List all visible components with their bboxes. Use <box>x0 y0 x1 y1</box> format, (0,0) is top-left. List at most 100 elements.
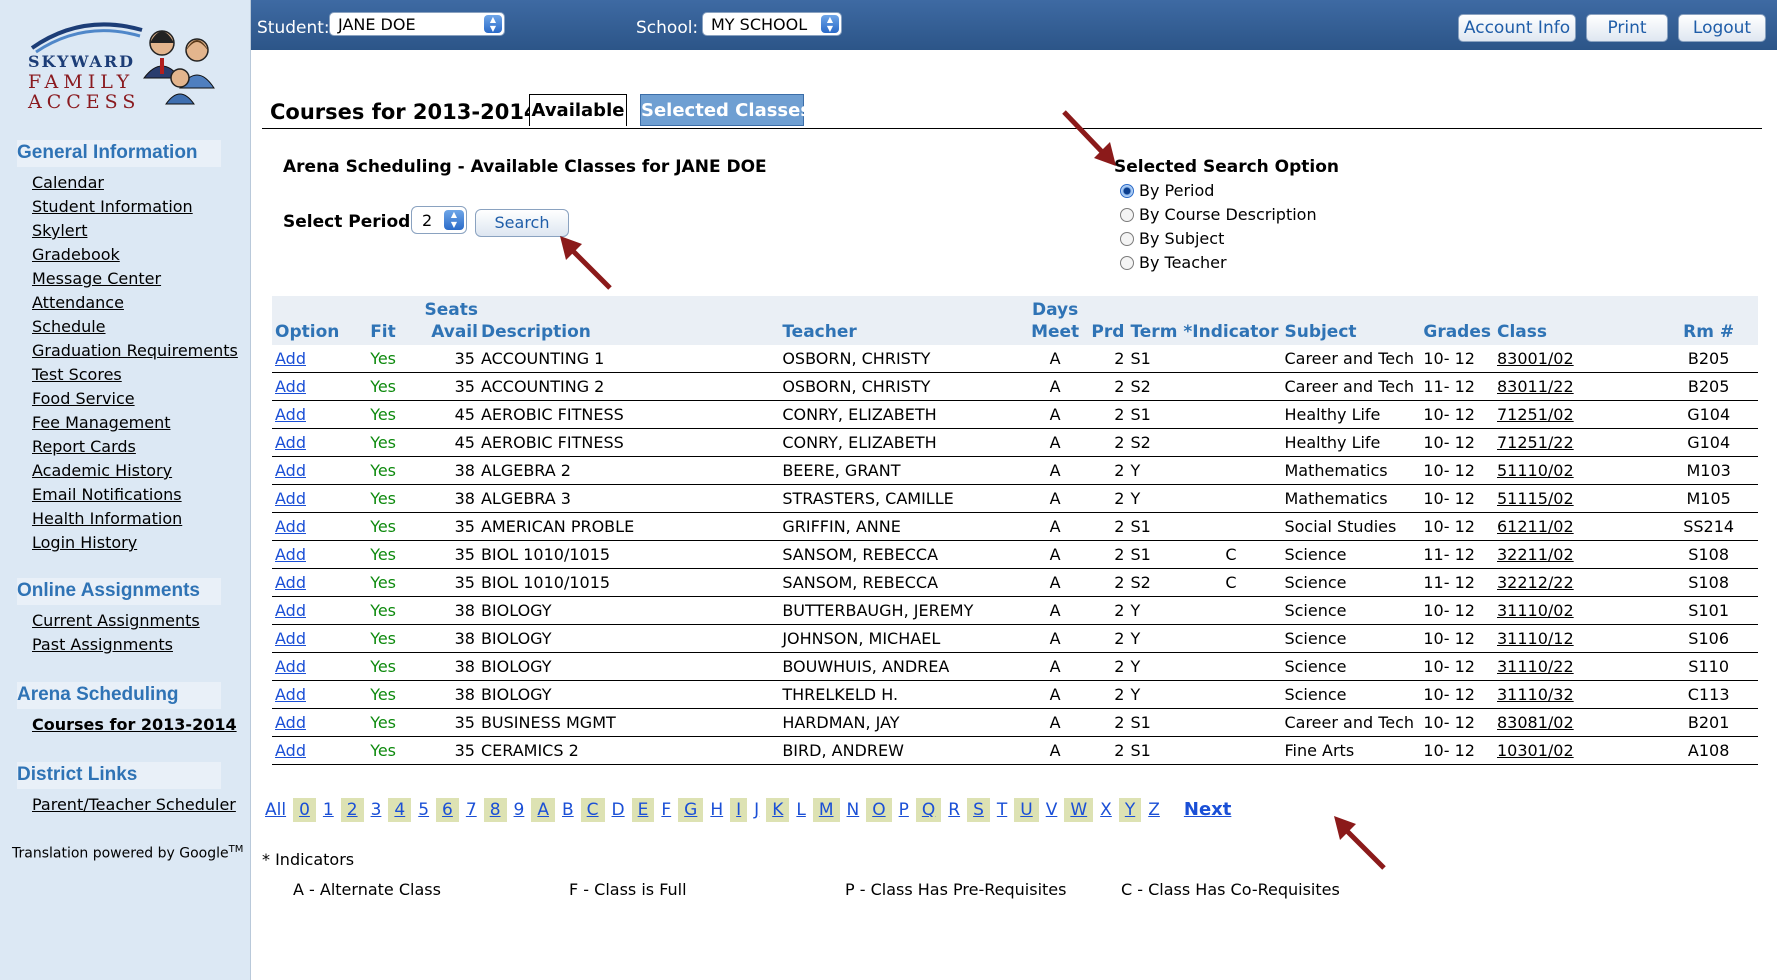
pager-link[interactable]: 0 <box>293 798 316 822</box>
nav-item-schedule[interactable]: Schedule <box>32 315 238 339</box>
tab-available[interactable]: Available <box>529 94 627 126</box>
col-subject[interactable]: Subject <box>1281 296 1421 345</box>
pager-link[interactable]: F <box>658 798 674 822</box>
pager-link[interactable]: U <box>1014 798 1039 822</box>
period-select[interactable]: 2 ▲ ▼ <box>411 206 467 234</box>
col-room[interactable]: Rm # <box>1659 296 1758 345</box>
pager-link[interactable]: C <box>580 798 605 822</box>
pager-link[interactable]: 8 <box>483 798 507 822</box>
col-teacher[interactable]: Teacher <box>779 296 1023 345</box>
pager-link[interactable]: R <box>945 798 963 822</box>
skyward-logo[interactable]: SKYWARD FAMILY ACCESS <box>12 8 237 116</box>
add-link[interactable]: Add <box>275 433 306 452</box>
pager-link[interactable]: E <box>631 798 655 822</box>
col-seats-avail[interactable]: Seats Avail <box>421 296 478 345</box>
pager-link[interactable]: Q <box>915 798 942 822</box>
nav-item-attendance[interactable]: Attendance <box>32 291 238 315</box>
nav-item-academic-history[interactable]: Academic History <box>32 459 238 483</box>
pager-link[interactable]: Y <box>1118 798 1142 822</box>
pager-link[interactable]: M <box>812 798 840 822</box>
pager-link[interactable]: 6 <box>436 798 459 822</box>
radio-by-period[interactable]: By Period <box>1120 181 1214 200</box>
class-link[interactable]: 31110/32 <box>1497 685 1574 704</box>
pager-link[interactable]: H <box>707 798 726 822</box>
add-link[interactable]: Add <box>275 377 306 396</box>
pager-link[interactable]: A <box>531 798 555 822</box>
school-select[interactable]: MY SCHOOL ▲ ▼ <box>702 12 842 36</box>
nav-item-food-service[interactable]: Food Service <box>32 387 238 411</box>
radio-icon[interactable] <box>1120 231 1134 246</box>
pager-link[interactable]: 3 <box>368 798 385 822</box>
nav-item-fee-management[interactable]: Fee Management <box>32 411 238 435</box>
nav-item-student-information[interactable]: Student Information <box>32 195 238 219</box>
class-link[interactable]: 61211/02 <box>1497 517 1574 536</box>
pager-link[interactable]: X <box>1097 798 1115 822</box>
col-class[interactable]: Class <box>1494 296 1660 345</box>
radio-icon[interactable] <box>1120 207 1134 222</box>
class-link[interactable]: 31110/12 <box>1497 629 1574 648</box>
class-link[interactable]: 51110/02 <box>1497 461 1574 480</box>
col-indicator[interactable]: *Indicator <box>1180 296 1282 345</box>
pager-link[interactable]: I <box>730 798 748 822</box>
add-link[interactable]: Add <box>275 489 306 508</box>
pager-link[interactable]: 5 <box>415 798 432 822</box>
add-link[interactable]: Add <box>275 461 306 480</box>
search-button[interactable]: Search <box>475 209 569 237</box>
class-link[interactable]: 31110/22 <box>1497 657 1574 676</box>
account-info-button[interactable]: Account Info <box>1458 14 1576 42</box>
pager-link[interactable]: S <box>967 798 990 822</box>
class-link[interactable]: 71251/22 <box>1497 433 1574 452</box>
pager-link[interactable]: 1 <box>320 798 337 822</box>
pager-link[interactable]: 4 <box>388 798 412 822</box>
nav-item-past-assignments[interactable]: Past Assignments <box>32 633 221 657</box>
add-link[interactable]: Add <box>275 629 306 648</box>
print-button[interactable]: Print <box>1586 14 1668 42</box>
pager-link[interactable]: O <box>866 798 892 822</box>
class-link[interactable]: 32211/02 <box>1497 545 1574 564</box>
pager-link[interactable]: N <box>844 798 863 822</box>
col-grades[interactable]: Grades <box>1420 296 1494 345</box>
pager-link[interactable]: B <box>559 798 577 822</box>
add-link[interactable]: Add <box>275 349 306 368</box>
nav-item-health-information[interactable]: Health Information <box>32 507 238 531</box>
add-link[interactable]: Add <box>275 741 306 760</box>
nav-item-report-cards[interactable]: Report Cards <box>32 435 238 459</box>
nav-item-courses-2013-2014[interactable]: Courses for 2013-2014 <box>32 713 237 737</box>
tab-selected-classes[interactable]: Selected Classes <box>640 94 811 126</box>
class-link[interactable]: 71251/02 <box>1497 405 1574 424</box>
pager-link[interactable]: K <box>766 798 790 822</box>
add-link[interactable]: Add <box>275 657 306 676</box>
pager-link[interactable]: W <box>1064 798 1094 822</box>
class-link[interactable]: 10301/02 <box>1497 741 1574 760</box>
class-link[interactable]: 51115/02 <box>1497 489 1574 508</box>
nav-item-login-history[interactable]: Login History <box>32 531 238 555</box>
pager-link[interactable]: P <box>896 798 912 822</box>
radio-selected-icon[interactable] <box>1120 183 1134 198</box>
radio-by-teacher[interactable]: By Teacher <box>1120 253 1227 272</box>
nav-item-test-scores[interactable]: Test Scores <box>32 363 238 387</box>
add-link[interactable]: Add <box>275 517 306 536</box>
student-select[interactable]: JANE DOE ▲ ▼ <box>329 12 505 36</box>
col-option[interactable]: Option <box>272 296 368 345</box>
nav-item-gradebook[interactable]: Gradebook <box>32 243 238 267</box>
add-link[interactable]: Add <box>275 405 306 424</box>
nav-item-skylert[interactable]: Skylert <box>32 219 238 243</box>
nav-item-parent-teacher-scheduler[interactable]: Parent/Teacher Scheduler <box>32 793 236 817</box>
class-link[interactable]: 31110/02 <box>1497 601 1574 620</box>
add-link[interactable]: Add <box>275 545 306 564</box>
radio-by-course-description[interactable]: By Course Description <box>1120 205 1317 224</box>
pager-link[interactable]: G <box>678 798 704 822</box>
add-link[interactable]: Add <box>275 601 306 620</box>
pager-link[interactable]: 9 <box>511 798 528 822</box>
pager-next-link[interactable]: Next <box>1181 798 1235 822</box>
nav-item-email-notifications[interactable]: Email Notifications <box>32 483 238 507</box>
col-term[interactable]: Term <box>1127 296 1181 345</box>
pager-link[interactable]: T <box>994 798 1010 822</box>
pager-link[interactable]: J <box>751 798 762 822</box>
radio-by-subject[interactable]: By Subject <box>1120 229 1224 248</box>
pager-link[interactable]: All <box>262 798 289 822</box>
class-link[interactable]: 83081/02 <box>1497 713 1574 732</box>
radio-icon[interactable] <box>1120 255 1134 270</box>
pager-link[interactable]: D <box>609 798 628 822</box>
nav-item-message-center[interactable]: Message Center <box>32 267 238 291</box>
